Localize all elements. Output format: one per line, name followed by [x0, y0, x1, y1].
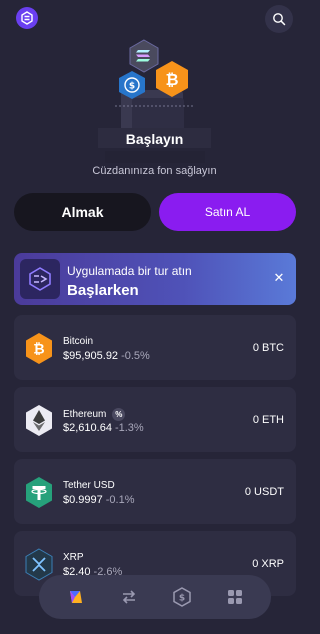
usdc-coin-icon: $ [118, 70, 146, 100]
asset-balance: 0 BTC [252, 342, 284, 354]
search-icon[interactable] [265, 5, 293, 33]
receive-button[interactable]: Almak [14, 193, 151, 231]
svg-text:₿: ₿ [165, 70, 178, 89]
banner-title: Başlarken [67, 282, 139, 299]
earn-nav-icon[interactable]: $ [169, 584, 195, 610]
bottom-nav: $ [39, 575, 271, 619]
tether-icon [24, 476, 54, 509]
asset-row-tether[interactable]: Tether USD $0.9997 -0.1% 0 USDT [14, 459, 296, 524]
action-buttons: Almak Satın AL [14, 193, 296, 231]
asset-price: $95,905.92 [63, 350, 119, 362]
asset-row-ethereum[interactable]: Ethereum% $2,610.64 -1.3% 0 ETH [14, 387, 296, 452]
ethereum-icon [24, 404, 54, 437]
asset-change: -0.5% [121, 350, 150, 362]
close-icon[interactable]: ✕ [272, 271, 286, 285]
svg-text:$: $ [129, 82, 135, 92]
hero-subtitle: Cüzdanınıza fon sağlayın [92, 165, 217, 177]
asset-price: $2,610.64 [63, 422, 112, 434]
asset-name: XRP [63, 552, 84, 563]
asset-price: $0.9997 [63, 494, 103, 506]
asset-name: Bitcoin [63, 336, 94, 347]
asset-change: -1.3% [114, 422, 144, 434]
bitcoin-icon: ₿ [24, 332, 54, 365]
asset-name: Tether USD [63, 480, 115, 491]
xrp-icon [24, 548, 54, 581]
app-logo-icon[interactable] [16, 7, 38, 29]
hero-title: Başlayın [125, 131, 184, 147]
svg-text:₿: ₿ [33, 342, 44, 358]
asset-balance: 0 USDT [244, 486, 284, 498]
wallet-nav-icon[interactable] [63, 584, 89, 610]
bitcoin-coin-icon: ₿ [154, 60, 190, 98]
svg-text:$: $ [178, 594, 184, 604]
asset-balance: 0 ETH [252, 414, 284, 426]
asset-row-bitcoin[interactable]: ₿ Bitcoin $95,905.92 -0.5% 0 BTC [14, 315, 296, 380]
asset-name: Ethereum [63, 409, 107, 420]
top-bar [0, 0, 309, 40]
swap-nav-icon[interactable] [116, 584, 142, 610]
apps-nav-icon[interactable] [222, 584, 248, 610]
banner-text: Uygulamada bir tur atın [67, 264, 192, 278]
asset-change: -0.1% [105, 494, 135, 506]
buy-button[interactable]: Satın AL [159, 193, 296, 231]
app-logo-icon [20, 259, 60, 299]
percent-badge-icon: % [112, 408, 126, 421]
asset-balance: 0 XRP [252, 558, 284, 570]
tour-banner[interactable]: Uygulamada bir tur atın Başlarken ✕ [14, 253, 296, 305]
